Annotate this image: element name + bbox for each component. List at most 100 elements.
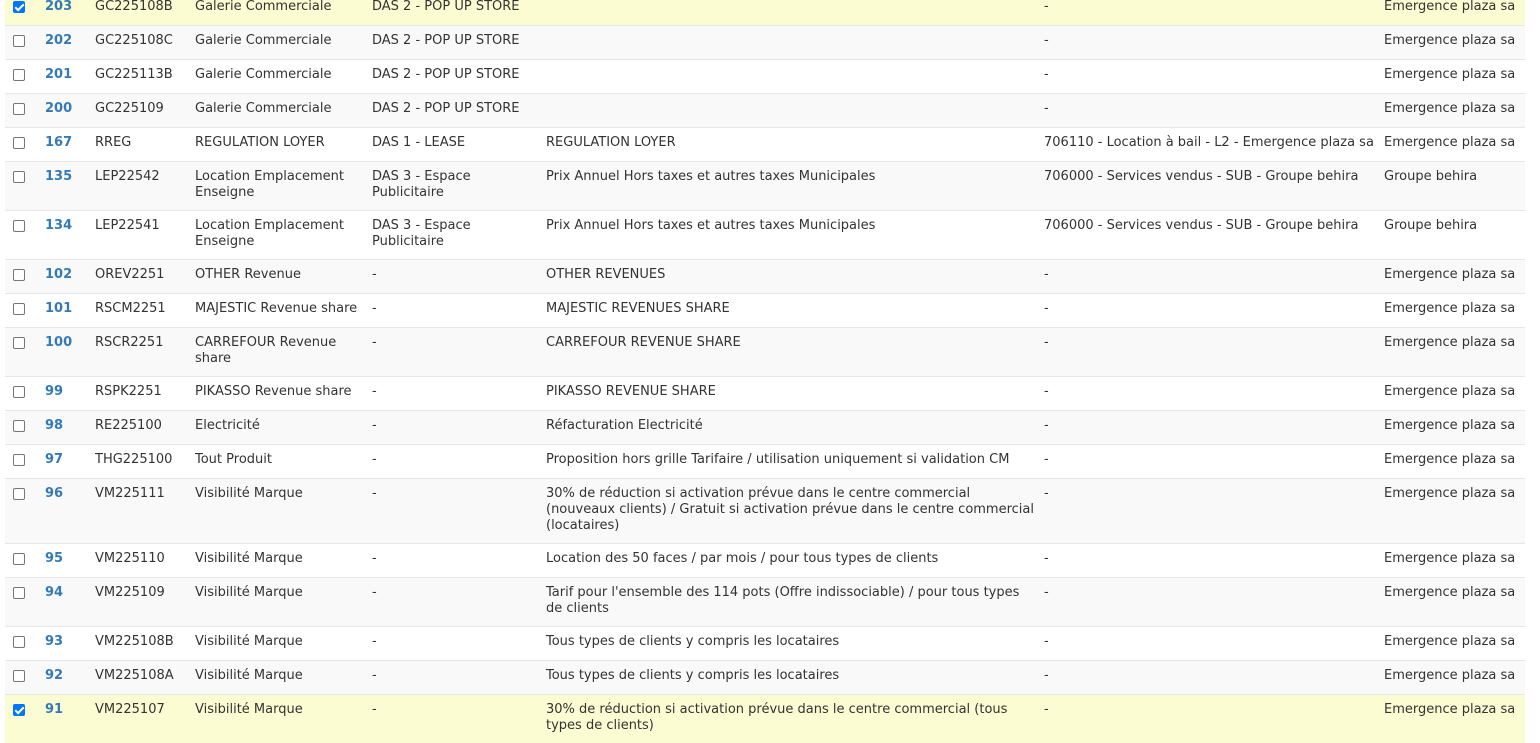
product-id-link[interactable]: 100 — [45, 335, 72, 350]
table-row[interactable]: 101RSCM2251MAJESTIC Revenue share-MAJEST… — [5, 294, 1525, 328]
description-cell: Prix Annuel Hors taxes et autres taxes M… — [542, 211, 1040, 260]
table-row[interactable]: 95VM225110Visibilité Marque-Location des… — [5, 544, 1525, 578]
entity-cell: Emergence plaza sa — [1380, 60, 1525, 94]
entity-cell: Emergence plaza sa — [1380, 294, 1525, 328]
row-checkbox[interactable] — [13, 1, 25, 13]
table-row[interactable]: 102OREV2251OTHER Revenue-OTHER REVENUES-… — [5, 260, 1525, 294]
entity-cell: Emergence plaza sa — [1380, 695, 1525, 743]
row-checkbox[interactable] — [13, 670, 25, 682]
label-cell: Electricité — [191, 411, 368, 445]
row-checkbox[interactable] — [13, 303, 25, 315]
row-checkbox[interactable] — [13, 103, 25, 115]
product-id-link[interactable]: 94 — [45, 585, 63, 600]
das-cell: DAS 2 - POP UP STORE — [368, 60, 542, 94]
product-id-link[interactable]: 99 — [45, 384, 63, 399]
ref-cell: RSPK2251 — [91, 377, 191, 411]
row-checkbox[interactable] — [13, 704, 25, 716]
das-cell: DAS 1 - LEASE — [368, 128, 542, 162]
product-id-link[interactable]: 167 — [45, 135, 72, 150]
table-row[interactable]: 91VM225107Visibilité Marque-30% de réduc… — [5, 695, 1525, 743]
product-id-link[interactable]: 102 — [45, 267, 72, 282]
table-row[interactable]: 96VM225111Visibilité Marque-30% de réduc… — [5, 479, 1525, 544]
row-checkbox[interactable] — [13, 636, 25, 648]
table-row[interactable]: 100RSCR2251CARREFOUR Revenue share-CARRE… — [5, 328, 1525, 377]
table-row[interactable]: 93VM225108BVisibilité Marque-Tous types … — [5, 627, 1525, 661]
row-checkbox[interactable] — [13, 553, 25, 565]
product-id-link[interactable]: 134 — [45, 218, 72, 233]
das-cell: - — [368, 445, 542, 479]
table-row[interactable]: 97THG225100Tout Produit-Proposition hors… — [5, 445, 1525, 479]
label-cell: Visibilité Marque — [191, 661, 368, 695]
table-row[interactable]: 135LEP22542Location Emplacement Enseigne… — [5, 162, 1525, 211]
table-row[interactable]: 99RSPK2251PIKASSO Revenue share-PIKASSO … — [5, 377, 1525, 411]
label-cell: Visibilité Marque — [191, 627, 368, 661]
product-id-link[interactable]: 96 — [45, 486, 63, 501]
table-row[interactable]: 200GC225109Galerie CommercialeDAS 2 - PO… — [5, 94, 1525, 128]
product-id-link[interactable]: 200 — [45, 101, 72, 116]
table-row[interactable]: 94VM225109Visibilité Marque-Tarif pour l… — [5, 578, 1525, 627]
row-checkbox[interactable] — [13, 488, 25, 500]
product-id-link[interactable]: 101 — [45, 301, 72, 316]
description-cell — [542, 60, 1040, 94]
table-row[interactable]: 134LEP22541Location Emplacement Enseigne… — [5, 211, 1525, 260]
product-id-link[interactable]: 91 — [45, 702, 63, 717]
row-checkbox[interactable] — [13, 69, 25, 81]
row-select-cell — [5, 260, 43, 294]
product-id-link[interactable]: 93 — [45, 634, 63, 649]
row-checkbox[interactable] — [13, 337, 25, 349]
entity-cell: Emergence plaza sa — [1380, 128, 1525, 162]
row-checkbox[interactable] — [13, 35, 25, 47]
row-checkbox[interactable] — [13, 269, 25, 281]
row-select-cell — [5, 445, 43, 479]
ref-cell: GC225113B — [91, 60, 191, 94]
table-row[interactable]: 201GC225113BGalerie CommercialeDAS 2 - P… — [5, 60, 1525, 94]
table-row[interactable]: 92VM225108AVisibilité Marque-Tous types … — [5, 661, 1525, 695]
label-cell: Galerie Commerciale — [191, 26, 368, 60]
entity-cell: Groupe behira — [1380, 211, 1525, 260]
ref-cell: RREG — [91, 128, 191, 162]
product-id-link[interactable]: 98 — [45, 418, 63, 433]
row-checkbox[interactable] — [13, 171, 25, 183]
row-checkbox[interactable] — [13, 587, 25, 599]
account-cell: - — [1040, 544, 1380, 578]
row-select-cell — [5, 128, 43, 162]
table-row[interactable]: 203GC225108BGalerie CommercialeDAS 2 - P… — [5, 0, 1525, 26]
entity-cell: Groupe behira — [1380, 162, 1525, 211]
account-cell: - — [1040, 411, 1380, 445]
row-select-cell — [5, 162, 43, 211]
product-id-link[interactable]: 95 — [45, 551, 63, 566]
row-checkbox[interactable] — [13, 220, 25, 232]
row-select-cell — [5, 211, 43, 260]
ref-cell: LEP22541 — [91, 211, 191, 260]
account-cell: - — [1040, 578, 1380, 627]
product-id-link[interactable]: 97 — [45, 452, 63, 467]
das-cell: - — [368, 578, 542, 627]
row-checkbox[interactable] — [13, 137, 25, 149]
table-row[interactable]: 202GC225108CGalerie CommercialeDAS 2 - P… — [5, 26, 1525, 60]
das-cell: DAS 2 - POP UP STORE — [368, 26, 542, 60]
row-checkbox[interactable] — [13, 454, 25, 466]
description-cell — [542, 26, 1040, 60]
row-checkbox[interactable] — [13, 420, 25, 432]
description-cell: OTHER REVENUES — [542, 260, 1040, 294]
das-cell: - — [368, 661, 542, 695]
das-cell: - — [368, 544, 542, 578]
product-id-link[interactable]: 135 — [45, 169, 72, 184]
table-row[interactable]: 98RE225100Electricité-Réfacturation Elec… — [5, 411, 1525, 445]
product-id-link[interactable]: 203 — [45, 0, 72, 14]
account-cell: - — [1040, 260, 1380, 294]
das-cell: DAS 3 - Espace Publicitaire — [368, 162, 542, 211]
product-id-link[interactable]: 92 — [45, 668, 63, 683]
label-cell: PIKASSO Revenue share — [191, 377, 368, 411]
row-checkbox[interactable] — [13, 386, 25, 398]
table-row[interactable]: 167RREGREGULATION LOYERDAS 1 - LEASEREGU… — [5, 128, 1525, 162]
entity-cell: Emergence plaza sa — [1380, 328, 1525, 377]
id-cell: 134 — [43, 211, 91, 260]
id-cell: 95 — [43, 544, 91, 578]
entity-cell: Emergence plaza sa — [1380, 578, 1525, 627]
description-cell: REGULATION LOYER — [542, 128, 1040, 162]
label-cell: Galerie Commerciale — [191, 94, 368, 128]
product-id-link[interactable]: 201 — [45, 67, 72, 82]
product-id-link[interactable]: 202 — [45, 33, 72, 48]
entity-cell: Emergence plaza sa — [1380, 411, 1525, 445]
